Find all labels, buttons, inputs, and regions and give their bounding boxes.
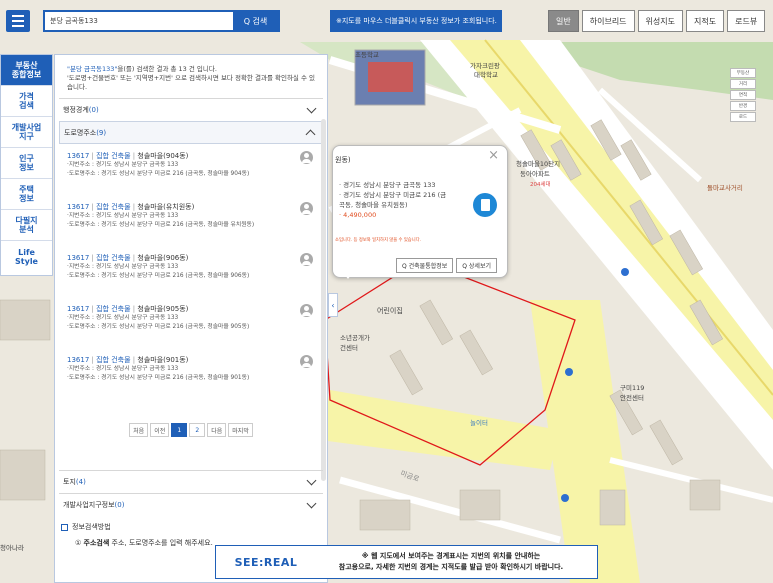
page-first[interactable]: 처음 <box>129 423 149 437</box>
category-dev-district[interactable]: 개발사업 지구 <box>1 117 52 148</box>
svg-text:대학학교: 대학학교 <box>474 70 498 79</box>
results-panel: "분당 금곡동133"을(를) 검색한 결과 총 13 건 입니다. '도로명+… <box>54 54 328 583</box>
page-2[interactable]: 2 <box>189 423 206 437</box>
person-icon[interactable] <box>300 304 313 317</box>
panel-scrollbar[interactable] <box>321 119 326 481</box>
close-icon[interactable]: × <box>488 148 499 163</box>
tool-realestate[interactable]: 부동산 <box>730 68 756 78</box>
search-input[interactable] <box>45 12 235 30</box>
list-item[interactable]: 13617 | 집합 건축물 | 청솔마을(906동) ·지번주소 : 경기도 … <box>59 246 323 297</box>
page-1[interactable]: 1 <box>171 423 188 437</box>
pagination: 처음 이전 1 2 다음 마지막 <box>55 423 327 437</box>
list-item[interactable]: 13617 | 집합 건축물 | 청솔마을(유치원동) ·지번주소 : 경기도 … <box>59 195 323 246</box>
section-admin-boundary[interactable]: 행정경계(0) <box>59 98 323 121</box>
section-road-address[interactable]: 도로명주소(9) <box>59 121 323 144</box>
chevron-down-icon <box>306 103 317 114</box>
section-dev-district[interactable]: 개발사업지구정보(0) <box>59 493 323 516</box>
bottom-notice: SEE:REAL ※ 웹 지도에서 보여주는 경계표시는 지번의 위치를 안내하… <box>215 545 598 579</box>
category-realestate[interactable]: 부동산 종합정보 <box>1 55 52 86</box>
svg-text:놀이터: 놀이터 <box>470 418 488 427</box>
square-icon <box>61 523 68 531</box>
category-lifestyle[interactable]: Life Style <box>1 241 52 272</box>
detail-button[interactable]: Q 상세보기 <box>456 258 497 273</box>
hamburger-icon <box>12 15 24 17</box>
map-label-school: 가자크린팡 <box>470 61 500 70</box>
svg-text:청솔마을10단지: 청솔마을10단지 <box>516 159 560 168</box>
tab-general[interactable]: 일반 <box>548 10 579 32</box>
page-prev[interactable]: 이전 <box>150 423 170 437</box>
chevron-down-icon <box>306 475 317 486</box>
list-item[interactable]: 13617 | 집합 건축물 | 청솔마을(905동) ·지번주소 : 경기도 … <box>59 297 323 348</box>
search-box: Q 검색 <box>43 10 280 32</box>
tool-radius[interactable]: 반경 <box>730 101 756 111</box>
map-notice-bar: ※지도를 마우스 더블클릭시 부동산 정보가 조회됩니다. <box>330 10 502 32</box>
section-land[interactable]: 토지(4) <box>59 470 323 493</box>
tab-cadastral[interactable]: 지적도 <box>686 10 725 32</box>
search-button[interactable]: Q 검색 <box>233 12 278 30</box>
tab-hybrid[interactable]: 하이브리드 <box>581 10 635 32</box>
tool-road[interactable]: 로드 <box>730 112 756 122</box>
building-icon[interactable] <box>473 193 497 217</box>
tab-roadview[interactable]: 로드뷰 <box>727 10 766 32</box>
right-toolbar: 부동산 거리 면적 반경 로드 <box>730 68 758 123</box>
svg-text:돌마교사거리: 돌마교사거리 <box>707 183 743 192</box>
svg-text:어린이집: 어린이집 <box>377 306 403 315</box>
panel-collapse-button[interactable]: ‹ <box>328 293 338 317</box>
category-housing[interactable]: 주택 정보 <box>1 179 52 210</box>
brand-logo: SEE:REAL <box>234 555 298 569</box>
category-multi-parcel[interactable]: 다필지 분석 <box>1 210 52 241</box>
chevron-up-icon <box>305 129 316 139</box>
svg-text:204세대: 204세대 <box>530 180 551 188</box>
list-item[interactable]: 13617 | 집합 건축물 | 청솔마을(904동) ·지번주소 : 경기도 … <box>59 144 323 195</box>
person-icon[interactable] <box>300 355 313 368</box>
result-summary: "분당 금곡동133"을(를) 검색한 결과 총 13 건 입니다. '도로명+… <box>67 65 316 91</box>
top-bar: Q 검색 ※지도를 마우스 더블클릭시 부동산 정보가 조회됩니다. 일반 하이… <box>0 0 773 42</box>
map-type-tabs: 일반 하이브리드 위성지도 지적도 로드뷰 <box>548 10 766 32</box>
svg-text:초등학교: 초등학교 <box>355 50 379 59</box>
tool-distance[interactable]: 거리 <box>730 79 756 89</box>
svg-text:청아나라: 청아나라 <box>0 543 24 552</box>
page-next[interactable]: 다음 <box>207 423 227 437</box>
guide-heading: 정보검색방법 <box>61 522 327 532</box>
person-icon[interactable] <box>300 253 313 266</box>
category-price[interactable]: 가격 검색 <box>1 86 52 117</box>
popup-tail <box>340 268 356 279</box>
person-icon[interactable] <box>300 151 313 164</box>
chevron-left-icon: ‹ <box>331 300 335 310</box>
popup-note: 소입니다. 등 정보와 일치하지 않을 수 있습니다. <box>335 238 422 243</box>
svg-text:건센터: 건센터 <box>340 343 358 352</box>
person-icon[interactable] <box>300 202 313 215</box>
svg-text:동아아파트: 동아아파트 <box>520 169 550 178</box>
tab-satellite[interactable]: 위성지도 <box>637 10 683 32</box>
popup-price: · 4,490,000 <box>339 211 377 219</box>
svg-text:소년공개가: 소년공개가 <box>340 333 370 342</box>
building-info-button[interactable]: Q 건축물통합정보 <box>396 258 454 273</box>
category-population[interactable]: 인구 정보 <box>1 148 52 179</box>
category-nav: 부동산 종합정보 가격 검색 개발사업 지구 인구 정보 주택 정보 다필지 분… <box>0 54 53 276</box>
svg-text:구미119: 구미119 <box>620 383 644 392</box>
menu-button[interactable] <box>6 10 30 32</box>
popup-title: 원동) <box>335 156 351 164</box>
chevron-down-icon <box>306 498 317 509</box>
svg-text:안전센터: 안전센터 <box>620 393 644 402</box>
parcel-info-popup: 원동) × · 경기도 성남시 분당구 금곡동 133 · 경기도 성남시 분당… <box>332 145 508 278</box>
page-last[interactable]: 마지막 <box>228 423 253 437</box>
tool-area[interactable]: 면적 <box>730 90 756 100</box>
list-item[interactable]: 13617 | 집합 건축물 | 청솔마을(901동) ·지번주소 : 경기도 … <box>59 348 323 399</box>
